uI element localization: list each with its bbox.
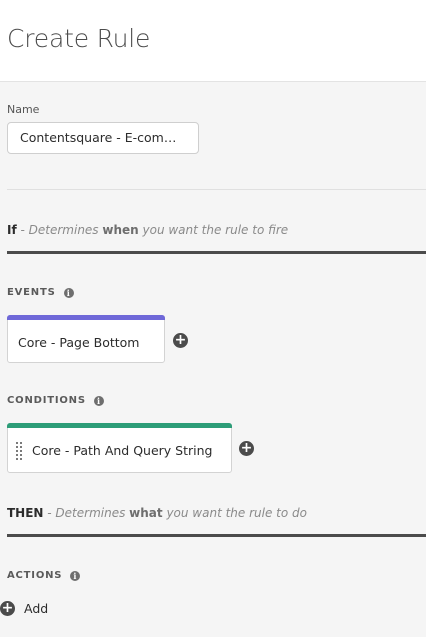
condition-card[interactable]: Core - Path And Query String	[7, 423, 232, 473]
page-title: Create Rule	[7, 24, 151, 53]
rule-name-input[interactable]: Contentsquare - E-commer...	[7, 122, 199, 154]
event-card-label: Core - Page Bottom	[18, 335, 140, 350]
if-rest-text: you want the rule to fire	[138, 223, 289, 237]
then-dash-text: - Determines	[43, 506, 130, 520]
conditions-label-text: CONDITIONS	[7, 395, 86, 406]
then-keyword: THEN	[7, 506, 44, 520]
event-card[interactable]: Core - Page Bottom	[7, 315, 165, 363]
then-heading: THEN - Determines what you want the rule…	[7, 506, 307, 520]
then-section-bar	[7, 534, 426, 537]
if-keyword: If	[7, 223, 17, 237]
add-event-icon[interactable]: +	[173, 333, 188, 348]
info-icon[interactable]: i	[93, 395, 104, 406]
condition-card-label: Core - Path And Query String	[32, 443, 213, 458]
drag-handle-icon[interactable]	[16, 442, 22, 460]
events-label-text: EVENTS	[7, 287, 56, 298]
add-action-button[interactable]: + Add	[0, 601, 48, 616]
page-header: Create Rule	[0, 0, 426, 82]
actions-label-text: ACTIONS	[7, 570, 63, 581]
then-rest-text: you want the rule to do	[162, 506, 307, 520]
actions-label: ACTIONS i	[7, 570, 81, 581]
add-action-label: Add	[24, 601, 49, 616]
if-section-bar	[7, 251, 426, 254]
plus-circle-icon: +	[0, 600, 15, 616]
name-field-label: Name	[7, 103, 40, 116]
divider	[7, 189, 426, 190]
event-card-accent	[7, 315, 165, 320]
events-label: EVENTS i	[7, 287, 74, 298]
condition-card-accent	[7, 423, 232, 428]
if-dash-text: - Determines	[16, 223, 103, 237]
conditions-label: CONDITIONS i	[7, 395, 104, 406]
if-emphasis: when	[102, 223, 139, 237]
info-icon[interactable]: i	[70, 570, 81, 581]
info-icon[interactable]: i	[63, 287, 74, 298]
if-heading: If - Determines when you want the rule t…	[7, 223, 288, 237]
add-condition-icon[interactable]: +	[239, 441, 254, 456]
then-emphasis: what	[129, 506, 163, 520]
